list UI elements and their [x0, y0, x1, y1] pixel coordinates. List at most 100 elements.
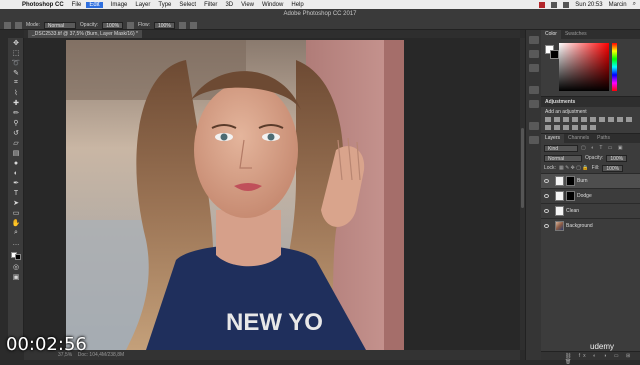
layer-row-burn[interactable]: Burn — [541, 173, 640, 188]
lock-icons[interactable]: ▦ ✎ ✥ ▢ 🔒 — [559, 165, 589, 171]
gradient-tool-icon[interactable]: ▤ — [8, 148, 24, 158]
quick-select-tool-icon[interactable]: ✎ — [8, 68, 24, 78]
filter-icons[interactable]: ▢ ◐ T ▭ ▣ — [581, 145, 625, 151]
color-swatches-icon[interactable] — [8, 248, 24, 262]
brightness-contrast-icon[interactable] — [545, 117, 551, 122]
vibrance-icon[interactable] — [581, 117, 587, 122]
layer-name[interactable]: Clean — [566, 208, 579, 214]
path-select-tool-icon[interactable]: ➤ — [8, 198, 24, 208]
photo-filter-icon[interactable] — [617, 117, 623, 122]
layer-mask-thumbnail[interactable] — [566, 176, 575, 186]
healing-brush-tool-icon[interactable]: ✚ — [8, 98, 24, 108]
hue-saturation-icon[interactable] — [590, 117, 596, 122]
layer-name[interactable]: Dodge — [577, 193, 592, 199]
menu-3d[interactable]: 3D — [225, 2, 233, 8]
dodge-tool-icon[interactable]: ◐ — [8, 168, 24, 178]
shape-tool-icon[interactable]: ▭ — [8, 208, 24, 218]
menu-select[interactable]: Select — [179, 2, 196, 8]
move-tool-icon[interactable]: ✥ — [8, 38, 24, 48]
history-panel-icon[interactable] — [528, 36, 539, 44]
layer-name[interactable]: Burn — [577, 178, 588, 184]
character-panel-icon[interactable] — [528, 122, 539, 130]
type-tool-icon[interactable]: T — [8, 188, 24, 198]
levels-icon[interactable] — [554, 117, 560, 122]
menu-view[interactable]: View — [241, 2, 254, 8]
lasso-tool-icon[interactable]: ➰ — [8, 58, 24, 68]
posterize-icon[interactable] — [563, 125, 569, 130]
visibility-eye-icon[interactable] — [544, 209, 549, 213]
hue-slider[interactable] — [612, 43, 617, 91]
color-picker-field[interactable] — [559, 43, 609, 91]
tab-paths[interactable]: Paths — [593, 134, 614, 143]
menu-window[interactable]: Window — [262, 2, 283, 8]
user-name[interactable]: Marcin — [609, 2, 627, 8]
brush-tool-icon[interactable]: ✏ — [8, 108, 24, 118]
airbrush-icon[interactable] — [178, 21, 186, 29]
wifi-icon[interactable] — [551, 1, 558, 8]
layer-mask-thumbnail[interactable] — [566, 191, 575, 201]
eraser-tool-icon[interactable]: ▱ — [8, 138, 24, 148]
scrollbar-thumb[interactable] — [521, 128, 524, 208]
spotlight-icon[interactable]: ⌕ — [633, 1, 636, 8]
blend-mode-dropdown[interactable]: Normal — [544, 154, 582, 162]
clone-stamp-tool-icon[interactable]: ⚲ — [8, 118, 24, 128]
layer-action-icons[interactable]: ⛓ fx ◐ ◑ ▭ ⊞ 🗑 — [565, 353, 640, 365]
menu-file[interactable]: File — [72, 2, 82, 8]
menu-help[interactable]: Help — [291, 2, 303, 8]
zoom-tool-icon[interactable]: ⌕ — [8, 228, 24, 238]
visibility-eye-icon[interactable] — [544, 194, 549, 198]
crop-tool-icon[interactable]: ⌗ — [8, 78, 24, 88]
invert-icon[interactable] — [554, 125, 560, 130]
more-tools-icon[interactable]: … — [8, 238, 24, 248]
threshold-icon[interactable] — [572, 125, 578, 130]
layer-name[interactable]: Background — [566, 223, 593, 229]
blur-tool-icon[interactable]: ● — [8, 158, 24, 168]
layer-opacity-field[interactable]: 100% — [606, 154, 628, 162]
menu-image[interactable]: Image — [111, 2, 128, 8]
layer-row-background[interactable]: Background — [541, 218, 640, 233]
visibility-eye-icon[interactable] — [544, 224, 549, 228]
exposure-icon[interactable] — [572, 117, 578, 122]
brush-panel-icon[interactable] — [528, 86, 539, 94]
pressure-size-icon[interactable] — [189, 21, 197, 29]
opacity-field[interactable]: 100% — [102, 21, 124, 29]
layer-row-clean[interactable]: Clean — [541, 203, 640, 218]
eyedropper-tool-icon[interactable]: ⌇ — [8, 88, 24, 98]
paragraph-panel-icon[interactable] — [528, 136, 539, 144]
hand-tool-icon[interactable]: ✋ — [8, 218, 24, 228]
properties-panel-icon[interactable] — [528, 50, 539, 58]
brush-preset-icon[interactable] — [15, 21, 22, 29]
menu-filter[interactable]: Filter — [204, 2, 217, 8]
libraries-panel-icon[interactable] — [528, 64, 539, 72]
visibility-eye-icon[interactable] — [544, 179, 549, 183]
home-icon[interactable] — [4, 21, 11, 29]
tab-swatches[interactable]: Swatches — [561, 30, 591, 39]
document-image[interactable]: NEW YO — [66, 40, 404, 350]
kind-filter-dropdown[interactable]: Kind — [544, 144, 578, 152]
layer-row-dodge[interactable]: Dodge — [541, 188, 640, 203]
color-balance-icon[interactable] — [599, 117, 605, 122]
clone-source-panel-icon[interactable] — [528, 100, 539, 108]
layer-fill-field[interactable]: 100% — [602, 164, 624, 172]
selective-color-icon[interactable] — [590, 125, 596, 130]
mode-dropdown[interactable]: Normal — [43, 21, 76, 29]
marquee-tool-icon[interactable]: ⬚ — [8, 48, 24, 58]
channel-mixer-icon[interactable] — [626, 117, 632, 122]
history-brush-tool-icon[interactable]: ↺ — [8, 128, 24, 138]
menu-layer[interactable]: Layer — [135, 2, 150, 8]
black-white-icon[interactable] — [608, 117, 614, 122]
flow-field[interactable]: 100% — [154, 21, 175, 29]
color-lookup-icon[interactable] — [545, 125, 551, 130]
status-icon[interactable] — [539, 1, 546, 8]
pressure-opacity-icon[interactable] — [127, 21, 135, 29]
pen-tool-icon[interactable]: ✒ — [8, 178, 24, 188]
battery-icon[interactable] — [563, 1, 570, 8]
app-menu[interactable]: Photoshop CC — [22, 2, 64, 8]
tab-channels[interactable]: Channels — [564, 134, 593, 143]
tab-layers[interactable]: Layers — [541, 134, 565, 143]
menu-type[interactable]: Type — [158, 2, 171, 8]
adjustments-title[interactable]: Adjustments — [541, 97, 640, 107]
document-tab[interactable]: _DSC2533.tif @ 37,5% (Burn, Layer Mask/1… — [28, 30, 142, 38]
quick-mask-icon[interactable]: ◎ — [8, 262, 24, 272]
menu-edit[interactable]: Edit — [86, 1, 103, 8]
